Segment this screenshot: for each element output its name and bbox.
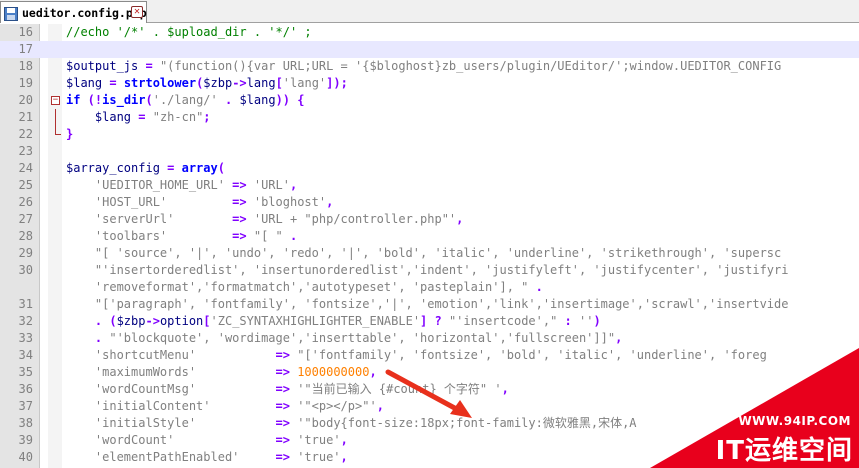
code-text: . "'blockquote', 'wordimage','inserttabl…	[66, 331, 623, 345]
line-number: 36	[18, 382, 33, 396]
code-text: 'HOST_URL' => 'bloghost',	[66, 195, 334, 209]
code-line[interactable]: 32 . ($zbp->option['ZC_SYNTAXHIGHLIGHTER…	[0, 313, 859, 330]
code-text: 'elementPathEnabled' => 'true',	[66, 450, 348, 464]
line-number: 29	[18, 246, 33, 260]
line-number: 27	[18, 212, 33, 226]
code-line[interactable]: 22}	[0, 126, 859, 143]
code-line[interactable]: 'removeformat','formatmatch','autotypese…	[0, 279, 859, 296]
code-line[interactable]: 30 "'insertorderedlist', 'insertunordere…	[0, 262, 859, 279]
line-number: 21	[18, 110, 33, 124]
tab-filename: ueditor.config.php	[22, 5, 147, 20]
code-line[interactable]: 23	[0, 143, 859, 160]
line-number: 16	[18, 25, 33, 39]
watermark-name: IT运维空间	[715, 436, 853, 466]
line-number: 40	[18, 450, 33, 464]
code-text: //echo '/*' . $upload_dir . '*/' ;	[66, 25, 312, 39]
fold-toggle-icon[interactable]: −	[51, 96, 60, 105]
code-line[interactable]: 28 'toolbars' => "[ " .	[0, 228, 859, 245]
line-number: 17	[18, 42, 33, 56]
line-number: 38	[18, 416, 33, 430]
tab-bar: ueditor.config.php ✕	[0, 0, 859, 23]
save-disk-icon	[4, 6, 18, 21]
line-number: 33	[18, 331, 33, 345]
line-number: 39	[18, 433, 33, 447]
line-number: 26	[18, 195, 33, 209]
code-text: $lang = strtolower($zbp->lang['lang']);	[66, 76, 348, 90]
code-text: 'shortcutMenu' => "['fontfamily', 'fonts…	[66, 348, 767, 362]
code-line[interactable]: 21 $lang = "zh-cn";	[0, 109, 859, 126]
code-line[interactable]: 18 $output_js = "(function(){var URL;URL …	[0, 58, 859, 75]
code-text: 'initialStyle' => '"body{font-size:18px;…	[66, 416, 637, 430]
code-line[interactable]: 34 'shortcutMenu' => "['fontfamily', 'fo…	[0, 347, 859, 364]
code-text: $lang = "zh-cn";	[66, 110, 211, 124]
code-text: if (!is_dir('./lang/' . $lang)) {	[66, 93, 305, 107]
code-text: 'removeformat','formatmatch','autotypese…	[66, 280, 543, 294]
file-tab[interactable]: ueditor.config.php ✕	[0, 1, 147, 23]
code-text: $output_js = "(function(){var URL;URL = …	[66, 59, 782, 73]
code-text: 'wordCount' => 'true',	[66, 433, 348, 447]
code-line[interactable]: 16 //echo '/*' . $upload_dir . '*/' ;	[0, 24, 859, 41]
code-line[interactable]: 25 'UEDITOR_HOME_URL' => 'URL',	[0, 177, 859, 194]
code-text: 'UEDITOR_HOME_URL' => 'URL',	[66, 178, 298, 192]
close-icon[interactable]: ✕	[131, 6, 143, 18]
line-number: 32	[18, 314, 33, 328]
code-line[interactable]: 33 . "'blockquote', 'wordimage','insertt…	[0, 330, 859, 347]
code-text: 'initialContent' => '"<p></p>"',	[66, 399, 384, 413]
code-text: "[ 'source', '|', 'undo', 'redo', '|', '…	[66, 246, 782, 260]
red-arrow-annotation	[385, 369, 472, 418]
line-number: 22	[18, 127, 33, 141]
code-line[interactable]: 24 $array_config = array(	[0, 160, 859, 177]
line-number: 34	[18, 348, 33, 362]
code-line[interactable]: 19 $lang = strtolower($zbp->lang['lang'])…	[0, 75, 859, 92]
fold-guide	[55, 109, 56, 126]
line-number: 37	[18, 399, 33, 413]
line-number: 18	[18, 59, 33, 73]
line-number: 31	[18, 297, 33, 311]
line-number: 23	[18, 144, 33, 158]
fold-end-marker	[55, 126, 61, 135]
code-text: "'insertorderedlist', 'insertunorderedli…	[66, 263, 789, 277]
line-number: 35	[18, 365, 33, 379]
code-line[interactable]: 20 if (!is_dir('./lang/' . $lang)) {−	[0, 92, 859, 109]
line-number: 30	[18, 263, 33, 277]
line-number: 25	[18, 178, 33, 192]
code-text: $array_config = array(	[66, 161, 225, 175]
line-number: 28	[18, 229, 33, 243]
code-text: 'toolbars' => "[ " .	[66, 229, 298, 243]
code-line[interactable]: 26 'HOST_URL' => 'bloghost',	[0, 194, 859, 211]
code-text: 'serverUrl' => 'URL + "php/controller.ph…	[66, 212, 464, 226]
watermark-url: WWW.94IP.COM	[738, 414, 851, 428]
code-text: . ($zbp->option['ZC_SYNTAXHIGHLIGHTER_EN…	[66, 314, 601, 328]
code-line[interactable]: 17	[0, 41, 859, 58]
code-text: }	[66, 127, 74, 141]
line-number: 19	[18, 76, 33, 90]
code-line[interactable]: 27 'serverUrl' => 'URL + "php/controller…	[0, 211, 859, 228]
code-line[interactable]: 29 "[ 'source', '|', 'undo', 'redo', '|'…	[0, 245, 859, 262]
line-number: 20	[18, 93, 33, 107]
code-text: "['paragraph', 'fontfamily', 'fontsize',…	[66, 297, 789, 311]
line-number: 24	[18, 161, 33, 175]
code-text: 'maximumWords' => 1000000000,	[66, 365, 377, 379]
code-line[interactable]: 31 "['paragraph', 'fontfamily', 'fontsiz…	[0, 296, 859, 313]
